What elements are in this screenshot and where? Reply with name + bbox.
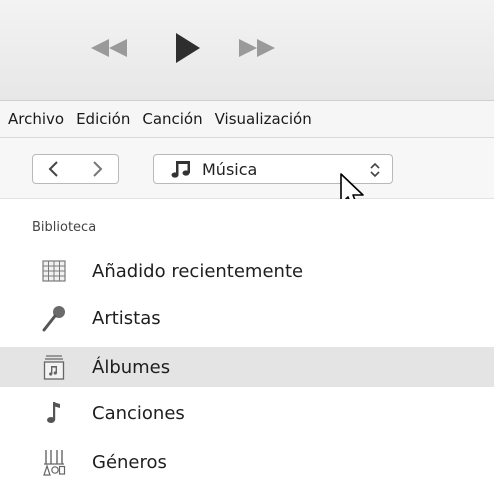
rewind-icon bbox=[91, 39, 127, 57]
fast-forward-button[interactable] bbox=[232, 28, 282, 68]
selector-label: Música bbox=[202, 159, 258, 179]
music-note-icon bbox=[40, 399, 68, 427]
genres-icon bbox=[40, 448, 68, 476]
play-button[interactable] bbox=[165, 28, 209, 68]
grid-icon bbox=[40, 257, 68, 285]
rewind-button[interactable] bbox=[84, 28, 134, 68]
sidebar-item-songs[interactable]: Canciones bbox=[0, 393, 494, 433]
navigation-bar: Música bbox=[0, 138, 494, 199]
up-down-chevron-icon bbox=[368, 160, 382, 184]
sidebar-item-recently-added[interactable]: Añadido recientemente bbox=[0, 251, 494, 291]
sidebar-item-genres[interactable]: Géneros bbox=[0, 442, 494, 482]
back-button[interactable] bbox=[32, 154, 76, 184]
album-icon bbox=[40, 353, 68, 381]
menu-archivo[interactable]: Archivo bbox=[0, 110, 70, 128]
menu-visualizacion[interactable]: Visualización bbox=[209, 110, 318, 128]
music-note-icon bbox=[170, 158, 192, 180]
menu-bar: Archivo Edición Canción Visualización bbox=[0, 101, 494, 138]
microphone-icon bbox=[40, 304, 68, 332]
chevron-left-icon bbox=[48, 161, 58, 177]
sidebar-item-artists[interactable]: Artistas bbox=[0, 298, 494, 338]
sidebar-item-label: Añadido recientemente bbox=[92, 260, 304, 282]
sidebar-item-albums[interactable]: Álbumes bbox=[0, 347, 494, 387]
sidebar-item-label: Géneros bbox=[92, 451, 167, 473]
library-sidebar: Biblioteca Añadido recientemente Artista… bbox=[0, 199, 494, 490]
menu-cancion[interactable]: Canción bbox=[136, 110, 208, 128]
chevron-right-icon bbox=[92, 161, 102, 177]
sidebar-item-label: Canciones bbox=[92, 402, 185, 424]
forward-button[interactable] bbox=[75, 154, 119, 184]
sidebar-item-label: Artistas bbox=[92, 307, 161, 329]
sidebar-item-label: Álbumes bbox=[92, 356, 171, 378]
menu-edicion[interactable]: Edición bbox=[70, 110, 136, 128]
playback-toolbar bbox=[0, 0, 494, 101]
fast-forward-icon bbox=[239, 39, 275, 57]
section-title-biblioteca: Biblioteca bbox=[32, 220, 97, 235]
play-icon bbox=[176, 33, 200, 63]
